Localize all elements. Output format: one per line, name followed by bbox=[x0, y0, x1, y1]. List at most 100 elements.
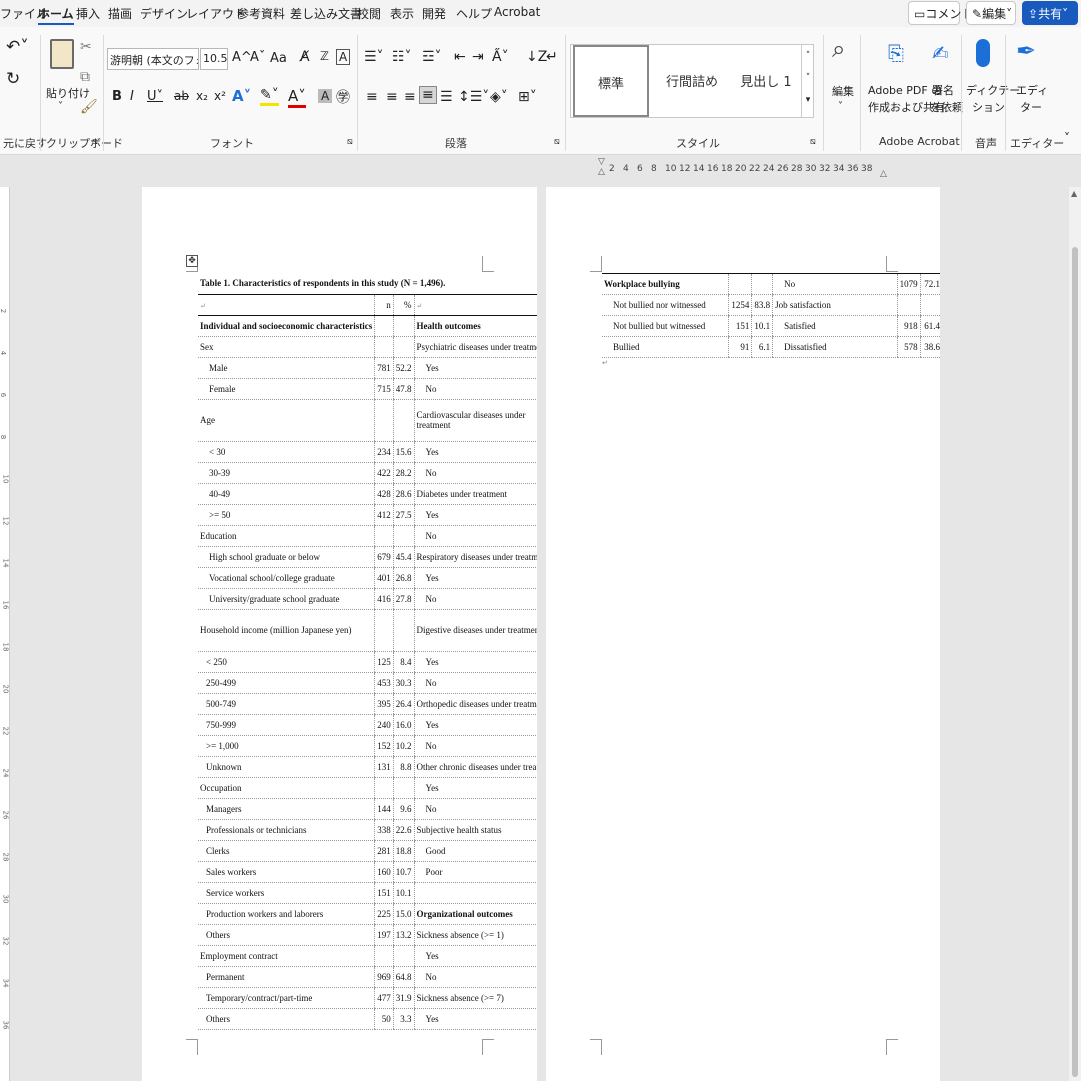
tab-developer[interactable]: 開発 bbox=[422, 5, 446, 22]
clear-format-icon[interactable]: A̸ bbox=[300, 49, 310, 65]
row-n-left bbox=[374, 777, 394, 799]
row-label-left: Temporary/contract/part-time bbox=[198, 987, 375, 1009]
scrollbar-thumb[interactable] bbox=[1072, 247, 1078, 1077]
paragraph-mark-icon[interactable]: ↵ bbox=[546, 49, 558, 65]
tab-mailings[interactable]: 差し込み文書 bbox=[290, 5, 362, 22]
ruler-tick: 20 bbox=[1, 684, 10, 694]
styles-scroll[interactable]: ˄ ˅ ▾ bbox=[801, 45, 814, 117]
separator bbox=[357, 35, 358, 151]
clipboard-icon[interactable] bbox=[50, 39, 74, 69]
bold-icon[interactable]: B bbox=[112, 89, 122, 104]
acrobat-create-share-button[interactable]: ⎘ Adobe PDF の 作成および共有 bbox=[866, 41, 945, 125]
ruler-tick: 24 bbox=[1, 768, 10, 778]
superscript-icon[interactable]: x² bbox=[214, 89, 226, 103]
shading-icon[interactable]: ◈˅ bbox=[490, 89, 508, 105]
shrink-font-button[interactable]: Aˇ bbox=[250, 50, 265, 65]
cut-icon[interactable]: ✂ bbox=[80, 39, 92, 55]
font-size-box[interactable]: 10.5 bbox=[200, 48, 228, 70]
line-spacing-icon[interactable]: ↕☰˅ bbox=[458, 89, 489, 105]
edit-button[interactable]: ⌕ 編集 ˅ bbox=[828, 35, 856, 125]
align-left-icon[interactable]: ≡ bbox=[366, 89, 378, 105]
indent-marker-icon[interactable]: ▽ △ bbox=[598, 157, 605, 177]
tab-view[interactable]: 表示 bbox=[390, 5, 414, 22]
dialog-launcher-icon[interactable]: ⧅ bbox=[554, 137, 560, 147]
ruler-tick: 30 bbox=[805, 164, 817, 174]
tab-home[interactable]: ホーム bbox=[38, 5, 74, 25]
strikethrough-icon[interactable]: ab bbox=[174, 89, 189, 103]
align-right-icon[interactable]: ≡ bbox=[404, 89, 416, 105]
ruler-ticks: 2 4 6 8 10 12 14 16 18 20 22 24 26 28 30 32 34 36 38 bbox=[609, 164, 879, 178]
format-painter-icon[interactable]: 🖌 bbox=[80, 99, 98, 115]
row-pct-left: 26.4 bbox=[392, 693, 414, 715]
italic-icon[interactable]: I bbox=[130, 89, 134, 104]
row-n-left bbox=[374, 945, 394, 967]
style-no-spacing[interactable]: 行間詰め bbox=[653, 45, 731, 117]
row-pct-left bbox=[392, 945, 414, 967]
highlight-icon[interactable]: ✎˅ bbox=[260, 87, 279, 106]
increase-indent-icon[interactable]: ⇥ bbox=[472, 49, 484, 65]
copy-icon[interactable]: ⧉ bbox=[80, 69, 90, 85]
sort-icon[interactable]: A̋˅ bbox=[492, 49, 509, 65]
subscript-icon[interactable]: x₂ bbox=[196, 89, 208, 103]
font-color-icon[interactable]: A˅ bbox=[288, 87, 306, 108]
row-pct-left: 52.2 bbox=[392, 357, 414, 379]
ruler-tick: 12 bbox=[1, 516, 10, 526]
style-heading-1[interactable]: 見出し 1 bbox=[731, 45, 801, 117]
comment-button[interactable]: ▭コメント bbox=[908, 1, 973, 25]
vertical-scrollbar[interactable]: ▲ bbox=[1069, 187, 1081, 1081]
grow-font-button[interactable]: A^ bbox=[232, 50, 252, 65]
table-move-handle-icon[interactable]: ✥ bbox=[186, 255, 198, 267]
bullets-icon[interactable]: ☰˅ bbox=[364, 49, 384, 65]
tab-insert[interactable]: 挿入 bbox=[76, 5, 100, 22]
borders-icon[interactable]: ⊞˅ bbox=[518, 89, 537, 105]
ruler-tick: 6 bbox=[0, 392, 8, 398]
dialog-launcher-icon[interactable]: ⧅ bbox=[347, 137, 353, 147]
tab-design[interactable]: デザイン bbox=[140, 5, 188, 22]
char-border-icon[interactable]: A bbox=[336, 49, 351, 65]
distributed-icon[interactable]: ☰ bbox=[440, 89, 453, 105]
ruler-tick: 26 bbox=[1, 810, 10, 820]
ruler-tick: 8 bbox=[651, 164, 657, 174]
ruler-tick: 26 bbox=[777, 164, 789, 174]
editor-button[interactable]: ✒ エディ ター bbox=[1010, 37, 1048, 127]
char-shading-icon[interactable]: A bbox=[318, 89, 333, 103]
text-effects-icon[interactable]: A˅ bbox=[232, 87, 251, 105]
align-center-icon[interactable]: ≡ bbox=[386, 89, 398, 105]
row-label-left: 40-49 bbox=[198, 483, 375, 505]
tab-acrobat[interactable]: Acrobat bbox=[494, 5, 540, 19]
chevron-down-icon[interactable]: ˅ bbox=[58, 101, 63, 112]
request-signature-button[interactable]: ✍ 署名 を依頼 bbox=[928, 41, 963, 125]
document-page-2[interactable]: Workplace bullying No 1079 72.1 Not bullied … bbox=[546, 187, 940, 1081]
row-label-left: Managers bbox=[198, 798, 375, 820]
tab-help[interactable]: ヘルプ bbox=[456, 5, 492, 22]
styles-gallery[interactable]: 標準 行間詰め 見出し 1 ˄ ˅ ▾ bbox=[570, 44, 814, 118]
style-normal[interactable]: 標準 bbox=[573, 45, 649, 117]
decrease-indent-icon[interactable]: ⇤ bbox=[454, 49, 466, 65]
share-button[interactable]: ⇪共有˅ bbox=[1022, 1, 1078, 25]
undo-icon[interactable]: ↶˅ bbox=[6, 37, 29, 57]
numbering-icon[interactable]: ☷˅ bbox=[392, 49, 412, 65]
row-label-right: Other chronic diseases under treatment bbox=[413, 756, 537, 778]
enclose-char-icon[interactable]: ㊫ bbox=[336, 87, 350, 107]
dialog-launcher-icon[interactable]: ⧅ bbox=[810, 137, 816, 147]
right-indent-icon[interactable]: △ bbox=[880, 169, 887, 179]
document-page-1[interactable]: ✥ Table 1. Characteristics of respondent… bbox=[142, 187, 537, 1081]
row-n-left: 131 bbox=[374, 756, 394, 778]
scroll-up-icon[interactable]: ▲ bbox=[1071, 189, 1077, 198]
multilevel-list-icon[interactable]: ☲˅ bbox=[422, 49, 442, 65]
row-pct-left bbox=[392, 609, 414, 652]
underline-icon[interactable]: U˅ bbox=[147, 89, 163, 104]
redo-icon[interactable]: ↻ bbox=[6, 69, 20, 89]
font-name-box[interactable]: 游明朝 (本文のフォント bbox=[107, 48, 199, 70]
tab-review[interactable]: 校閲 bbox=[357, 5, 381, 22]
justify-icon[interactable]: ≡ bbox=[419, 86, 437, 104]
tab-draw[interactable]: 描画 bbox=[108, 5, 132, 22]
edit-mode-button[interactable]: ✎編集˅ bbox=[966, 1, 1016, 25]
phonetic-guide-icon[interactable]: ℤ bbox=[320, 49, 329, 63]
tab-references[interactable]: 参考資料 bbox=[237, 5, 285, 22]
collapse-ribbon-icon[interactable]: ˅ bbox=[1064, 131, 1070, 145]
dialog-launcher-icon[interactable]: ⧅ bbox=[92, 137, 98, 147]
change-case-button[interactable]: Aa bbox=[270, 51, 287, 66]
dictate-button[interactable]: ディクテー ション bbox=[966, 37, 1020, 127]
sort-az-icon[interactable]: ↓Z bbox=[526, 49, 547, 65]
